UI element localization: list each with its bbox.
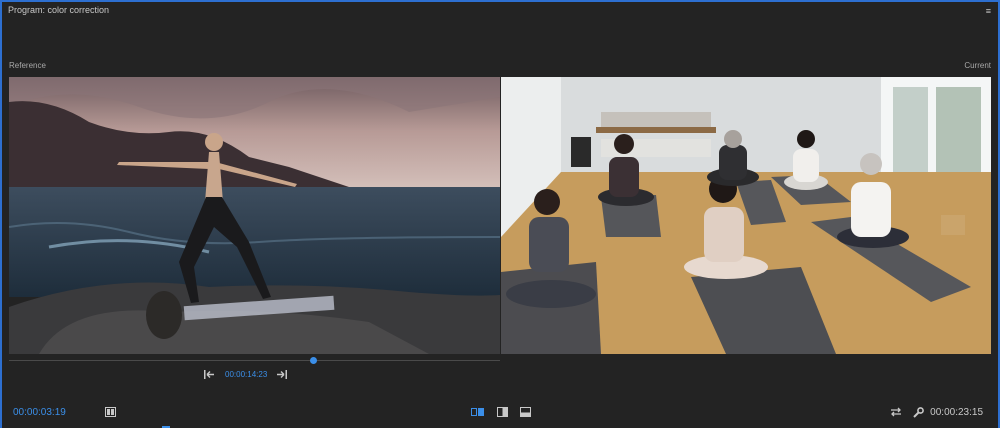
panel-focus-border-left bbox=[0, 0, 2, 428]
reference-timecode[interactable]: 00:00:14:23 bbox=[225, 370, 267, 379]
step-back-icon[interactable] bbox=[203, 368, 215, 380]
current-label: Current bbox=[964, 61, 991, 70]
panel-focus-border-top bbox=[0, 0, 1000, 2]
duration-timecode: 00:00:23:15 bbox=[930, 407, 983, 418]
reference-scrub-track[interactable] bbox=[9, 360, 500, 361]
reference-video-frame[interactable] bbox=[9, 77, 500, 354]
step-forward-icon[interactable] bbox=[275, 368, 287, 380]
current-frame-image bbox=[501, 77, 991, 354]
panel-title: Program: color correction bbox=[8, 5, 110, 15]
current-timecode[interactable]: 00:00:03:19 bbox=[13, 407, 66, 418]
side-by-side-icon[interactable] bbox=[470, 406, 484, 418]
wrench-icon[interactable] bbox=[911, 406, 925, 418]
current-video-frame[interactable] bbox=[501, 77, 991, 354]
reference-label: Reference bbox=[9, 61, 46, 70]
swap-icon[interactable] bbox=[889, 406, 903, 418]
settings-book-icon[interactable] bbox=[103, 406, 117, 418]
horizontal-split-icon[interactable] bbox=[518, 406, 532, 418]
vertical-split-icon[interactable] bbox=[495, 406, 509, 418]
panel-menu-icon[interactable]: ≡ bbox=[986, 6, 991, 16]
reference-playhead[interactable] bbox=[309, 357, 317, 364]
reference-frame-image bbox=[9, 77, 500, 354]
reference-transport-controls: 00:00:14:23 bbox=[203, 368, 287, 380]
